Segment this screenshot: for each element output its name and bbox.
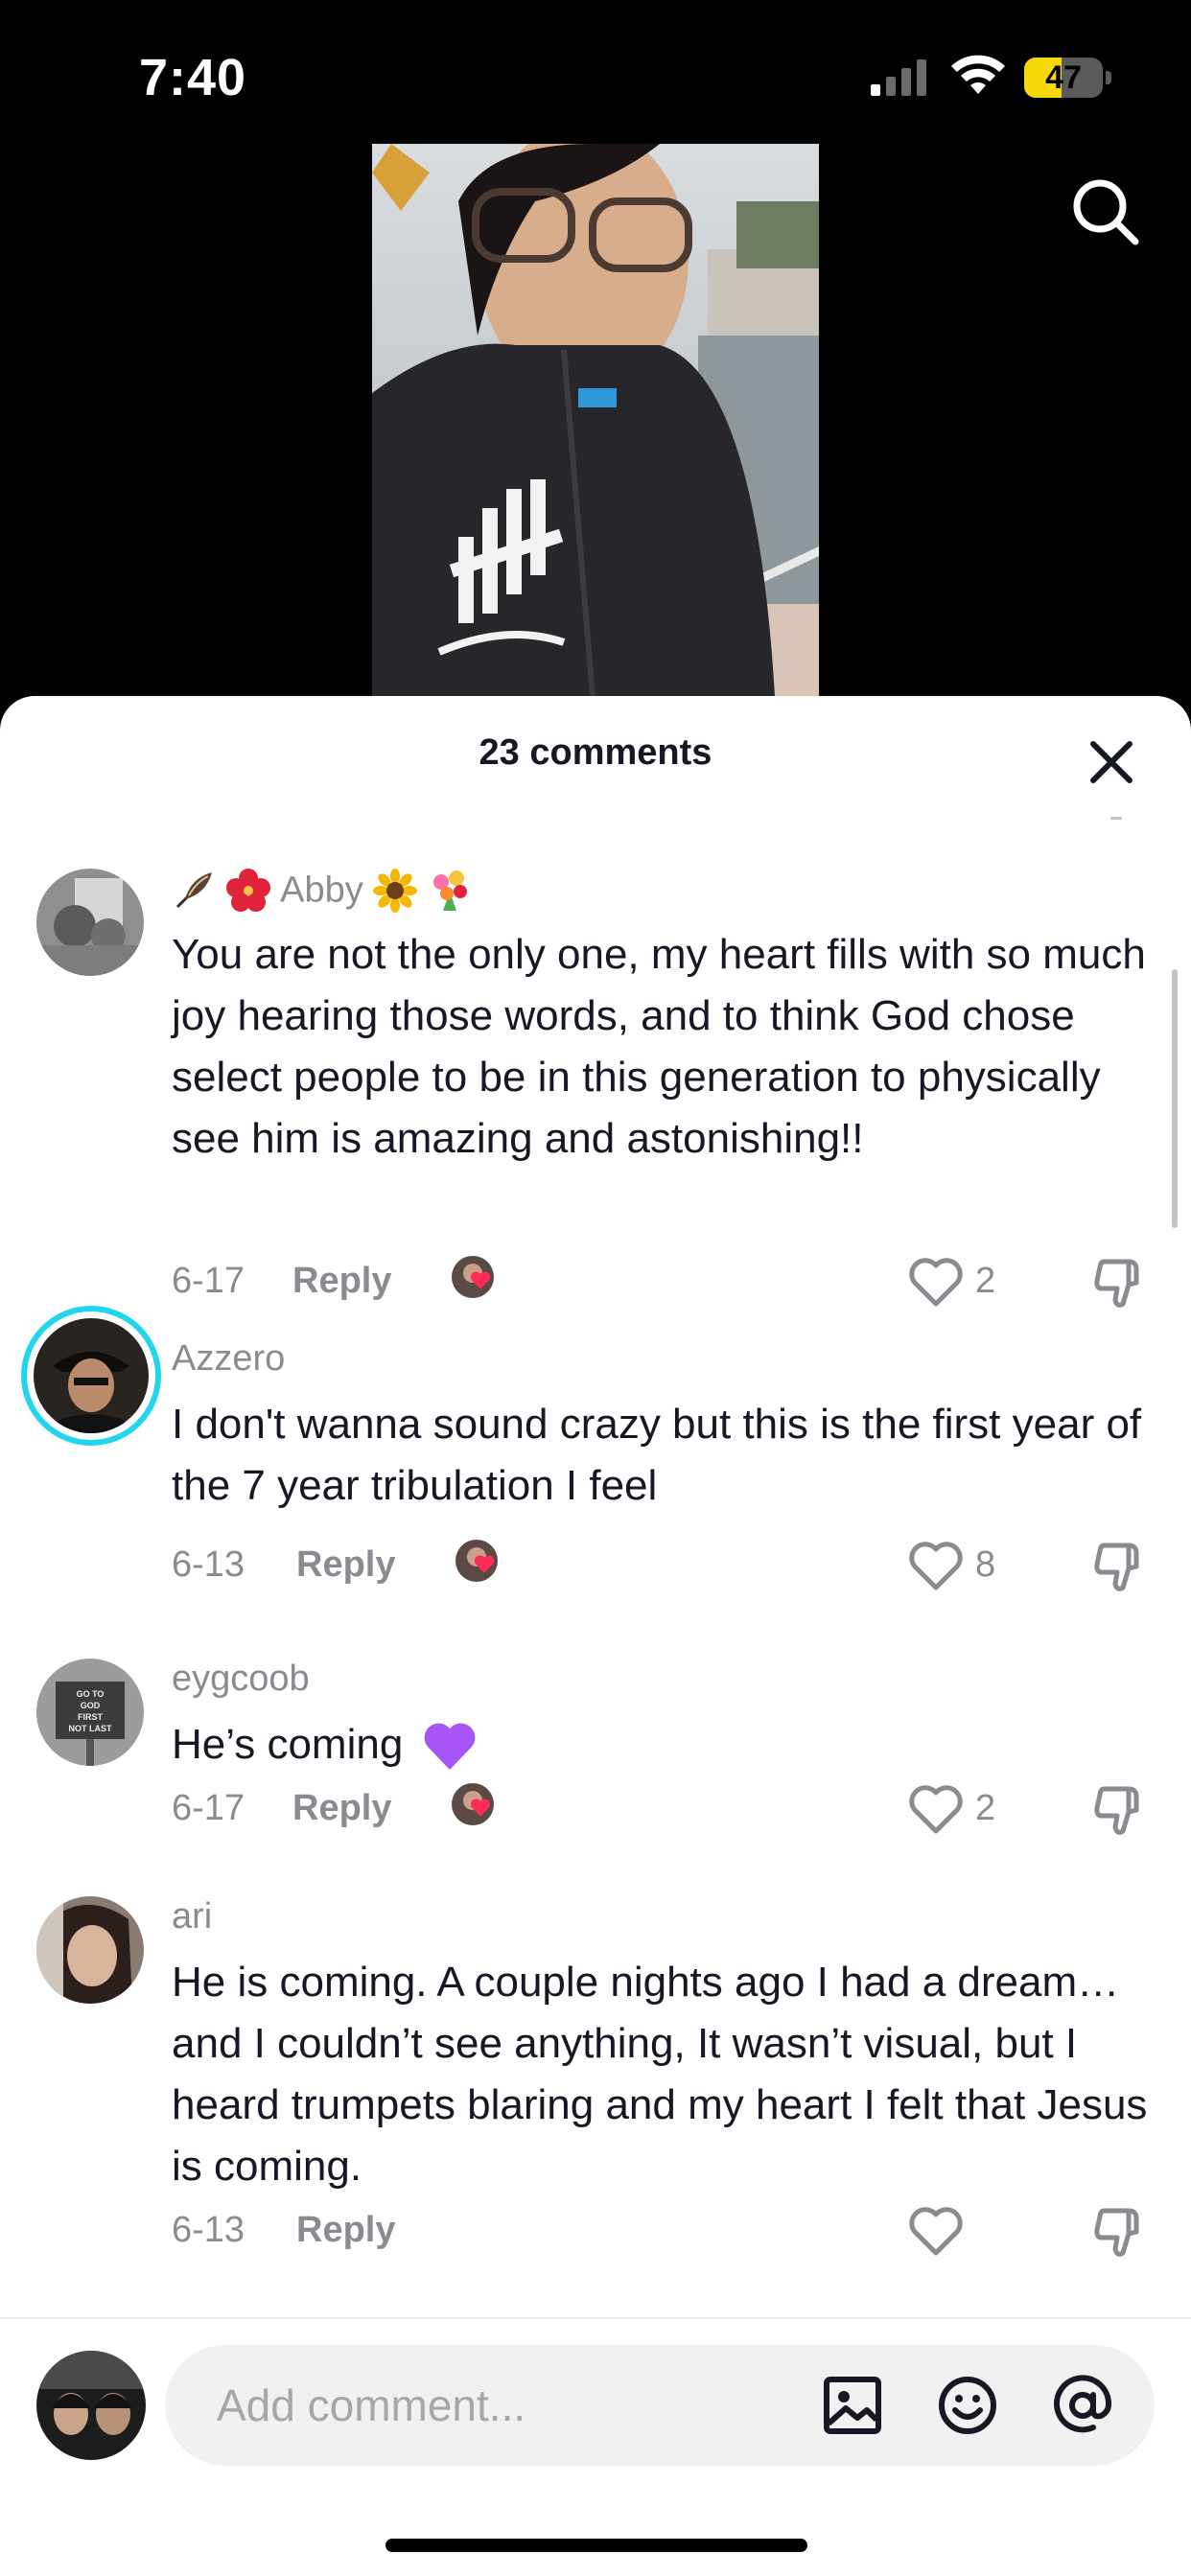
like-count: 2 (975, 1788, 996, 1828)
emoji-icon[interactable] (936, 2374, 999, 2437)
dislike-icon[interactable] (1090, 2205, 1146, 2261)
avatar-with-story-ring[interactable] (21, 1306, 161, 1446)
cellular-signal-icon (871, 59, 926, 96)
reply-button[interactable]: Reply (292, 1779, 391, 1837)
status-bar: 7:40 47 (0, 0, 1191, 144)
avatar[interactable] (36, 869, 144, 976)
comment-username[interactable]: Abby (172, 869, 472, 913)
comment-date: 6-13 (172, 2210, 245, 2250)
hibiscus-emoji-icon (225, 869, 270, 912)
video-preview[interactable] (372, 144, 819, 696)
comment-date: 6-17 (172, 1261, 245, 1301)
purple-heart-emoji-icon (424, 1723, 475, 1771)
reply-button[interactable]: Reply (296, 1536, 395, 1593)
comments-count-title: 23 comments (479, 732, 712, 773)
comment-meta: 6-13 Reply (172, 2201, 1169, 2259)
comment-username[interactable]: eygcoob (172, 1659, 310, 1700)
comment-meta: 6-13 Reply 8 (172, 1536, 1169, 1593)
bouquet-emoji-icon (432, 870, 467, 911)
comments-sheet: 23 comments Abby You are not the only on… (0, 696, 1191, 2576)
dislike-icon[interactable] (1090, 1256, 1146, 1311)
comment-text: He’s coming (172, 1714, 1159, 1775)
like-count: 2 (975, 1261, 996, 1301)
comment-text: You are not the only one, my heart fills… (172, 931, 1146, 1162)
avatar[interactable] (36, 1896, 144, 2004)
home-indicator (385, 2539, 807, 2552)
composer-divider (0, 2317, 1191, 2319)
avatar-sign-line: GO TO (77, 1689, 105, 1699)
battery-icon: 47 (1024, 58, 1111, 98)
avatar-sign-line: NOT LAST (69, 1724, 112, 1733)
reply-button[interactable]: Reply (296, 2201, 395, 2259)
search-icon[interactable] (1068, 174, 1141, 247)
comment-username[interactable]: ari (172, 1896, 212, 1938)
heart-like-icon[interactable] (908, 1783, 964, 1835)
avatar-sign-line: FIRST (78, 1712, 104, 1722)
sunflower-emoji-icon (373, 869, 418, 913)
close-icon[interactable] (1084, 734, 1139, 790)
wifi-icon (951, 55, 1005, 94)
avatar-sign-line: GOD (81, 1701, 101, 1710)
add-comment-input[interactable] (217, 2374, 811, 2437)
heart-like-icon[interactable] (908, 1256, 964, 1308)
reply-button[interactable]: Reply (292, 1252, 391, 1310)
mention-icon[interactable] (1051, 2374, 1114, 2437)
battery-percent: 47 (1045, 59, 1082, 96)
comment-date: 6-13 (172, 1544, 245, 1585)
comment-composer (165, 2345, 1155, 2466)
status-time: 7:40 (139, 49, 247, 106)
liked-by-creator-icon (452, 1783, 494, 1825)
heart-like-icon[interactable] (908, 1540, 964, 1591)
image-attach-icon[interactable] (821, 2374, 884, 2437)
liked-by-creator-icon (452, 1256, 494, 1298)
liked-by-creator-icon (455, 1540, 498, 1582)
comment-text-content: He’s coming (172, 1721, 404, 1768)
avatar[interactable]: GO TO GOD FIRST NOT LAST (36, 1659, 144, 1766)
comment-date: 6-17 (172, 1788, 245, 1828)
comment-text: He is coming. A couple nights ago I had … (172, 1959, 1148, 2190)
comment-meta: 6-17 Reply 2 (172, 1252, 1169, 1310)
like-count: 8 (975, 1544, 996, 1585)
comment-meta: 6-17 Reply 2 (172, 1779, 1169, 1837)
video-frame-image (372, 144, 819, 696)
my-avatar (36, 2351, 146, 2460)
feather-emoji-icon (175, 872, 212, 909)
heart-like-icon[interactable] (908, 2205, 964, 2257)
comments-scrollbar[interactable] (1172, 969, 1178, 1228)
dislike-icon[interactable] (1090, 1783, 1146, 1839)
dislike-icon[interactable] (1090, 1540, 1146, 1595)
username-text: Abby (280, 870, 363, 911)
comment-username[interactable]: Azzero (172, 1338, 285, 1380)
comment-text: I don't wanna sound crazy but this is th… (172, 1401, 1142, 1509)
